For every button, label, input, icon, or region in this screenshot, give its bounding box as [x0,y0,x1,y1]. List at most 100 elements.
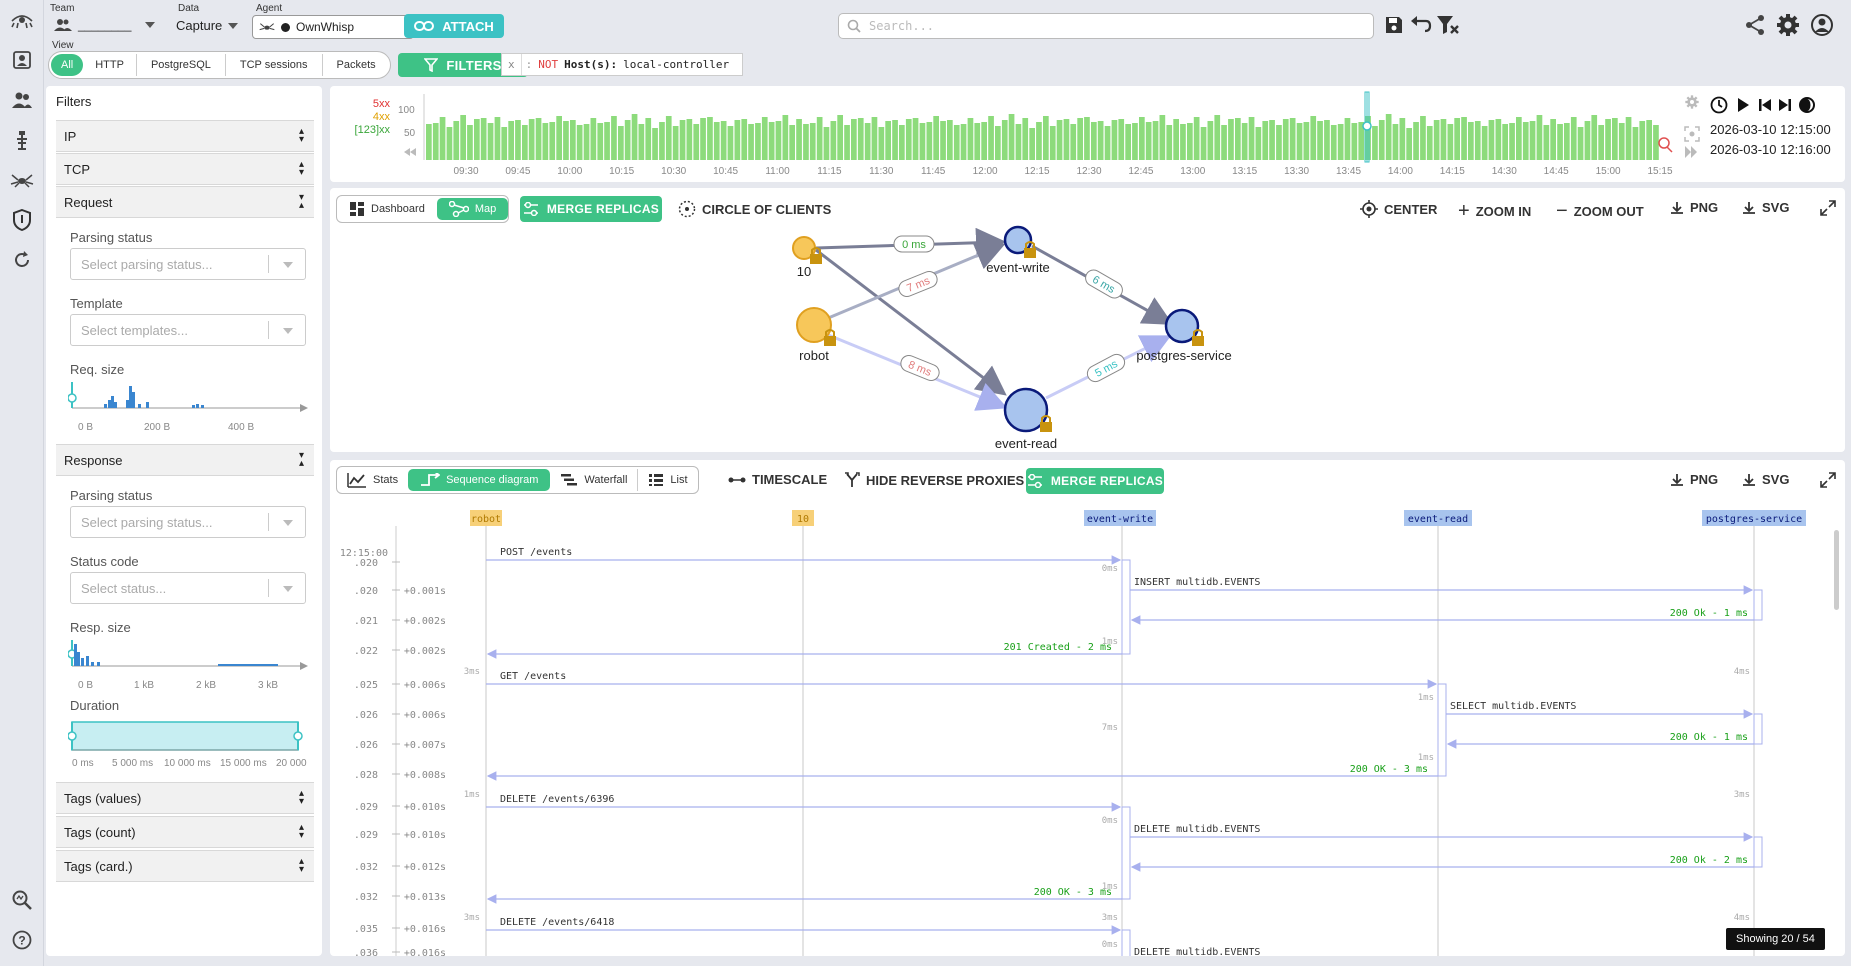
seq-svg-button[interactable]: SVG [1742,472,1789,487]
timeline-panel: 5xx 4xx [123]xx 100 50 09:30 09:45 10:00 10… [330,86,1845,182]
link-icon [414,21,435,31]
row-delta: +0.002s [404,646,446,657]
timeline-bar [1282,119,1289,160]
seq-merge-replicas-button[interactable]: MERGE REPLICAS [1026,468,1164,494]
attach-button[interactable]: ATTACH [404,14,504,38]
section-response-label: Response [64,452,123,468]
share-icon[interactable] [1744,14,1766,39]
tab-packets[interactable]: Packets [323,54,390,76]
seq-merge-replicas-label: MERGE REPLICAS [1050,474,1164,488]
resp-size-histogram[interactable] [68,636,314,676]
template-label: Template [70,296,123,311]
tab-postgresql[interactable]: PostgreSQL [137,54,226,76]
clear-filter-icon[interactable] [1436,14,1460,39]
seq-png-button[interactable]: PNG [1670,472,1718,487]
row-delta: +0.012s [404,862,446,873]
svg-text:robot: robot [471,514,501,525]
template-select[interactable]: Select templates... [70,314,306,346]
users-icon[interactable] [8,86,36,114]
skip-end-icon[interactable] [1778,98,1792,115]
req-parsing-status-select[interactable]: Select parsing status... [70,248,306,280]
row-delta: +0.007s [404,740,446,751]
sequence-diagram[interactable]: robot 10 event-write event-read postgres… [330,504,1845,956]
play-icon[interactable] [1736,97,1750,116]
timeline-bar [1440,119,1447,160]
section-tags-count[interactable]: Tags (count) ▴ ▾ [56,816,314,848]
timescale-button[interactable]: TIMESCALE [728,472,827,487]
expand-sequence-icon[interactable] [1820,472,1836,491]
dark-mode-icon[interactable] [1798,96,1816,117]
hide-reverse-proxies-button[interactable]: HIDE REVERSE PROXIES [844,472,1024,488]
sequence-view-tabs: Stats Sequence diagram Waterfall List [336,466,699,494]
timeline-bar [830,121,837,160]
tab-all[interactable]: All [51,54,84,76]
timeline-bar [837,115,843,160]
req-size-histogram[interactable] [68,378,314,418]
section-ip[interactable]: IP ▴ ▾ [56,120,314,152]
fit-screen-icon[interactable] [1684,126,1700,145]
skip-start-icon[interactable] [1758,98,1772,115]
timeline-tick-label: 14:45 [1544,166,1569,177]
agent-select[interactable]: OwnWhisp [252,15,437,39]
sequence-scrollbar[interactable] [1834,530,1839,610]
agent-label: Agent [256,3,283,14]
status-code-select[interactable]: Select status... [70,572,306,604]
row-delta: +0.010s [404,830,446,841]
timeline-bar [576,125,583,160]
data-select[interactable]: Capture [176,18,239,33]
section-response[interactable]: Response ▾ ▴ [56,444,314,476]
save-icon[interactable] [1384,15,1404,38]
timeline-bar [919,123,926,160]
expand-icon: ▴ ▾ [298,159,304,178]
svg-text:1ms: 1ms [1418,693,1434,703]
row-delta: +0.008s [404,770,446,781]
spider-icon[interactable] [8,166,36,194]
row-time: .029 [354,830,378,841]
clock-icon[interactable] [1710,96,1728,117]
msg-post-events: POST /events [500,547,572,558]
resp-parsing-status-select[interactable]: Select parsing status... [70,506,306,538]
end-time[interactable]: 2026-03-10 12:16:00 [1710,142,1831,157]
timeline-histogram[interactable]: 09:30 09:45 10:00 10:15 10:30 10:45 11:00 11:15… [330,86,1845,182]
start-time[interactable]: 2026-03-10 12:15:00 [1710,122,1831,137]
team-select[interactable]: ________ [54,18,162,32]
timeline-bar [816,117,823,160]
tab-waterfall[interactable]: Waterfall [550,469,639,491]
search-placeholder: Search... [869,19,935,33]
tower-icon[interactable] [8,126,36,154]
filter-chip-remove[interactable]: x [502,54,522,75]
timeline-bar [583,124,590,160]
search-zoom-icon[interactable] [8,886,36,914]
section-tags-values[interactable]: Tags (values) ▴ ▾ [56,782,314,814]
duration-slider[interactable] [68,718,314,762]
refresh-icon[interactable] [8,246,36,274]
timeline-tick-label: 11:15 [817,166,842,177]
gear-icon[interactable] [1776,13,1800,40]
chevron-down-icon [283,586,293,592]
section-request[interactable]: Request ▾ ▴ [56,186,314,218]
section-tags-card[interactable]: Tags (card.) ▴ ▾ [56,850,314,882]
undo-icon[interactable] [1410,15,1432,38]
search-input[interactable]: Search... [838,13,1374,39]
tab-tcp-sessions[interactable]: TCP sessions [226,54,323,76]
tab-http[interactable]: HTTP [83,54,137,76]
tab-list[interactable]: List [638,469,697,491]
filter-chip[interactable]: x : NOT Host(s): local-controller [501,53,743,76]
timeline-bar [665,116,672,160]
timeline-bar [974,123,981,160]
edge-label-robot-eventwrite: 7 ms [898,271,938,297]
svg-text:1ms: 1ms [1102,882,1118,892]
profile-card-icon[interactable] [8,46,36,74]
service-map-graph[interactable]: 0 ms 7 ms 8 ms 6 ms 5 ms 10 robot event-… [330,188,1845,452]
timeline-bar [1330,125,1337,160]
shield-icon[interactable] [8,206,36,234]
account-icon[interactable] [1810,13,1834,40]
duration-tick-4: 20 000 [276,758,307,769]
help-icon[interactable]: ? [8,926,36,954]
timeline-bar [522,125,528,160]
timeline-gear-icon[interactable] [1684,94,1700,113]
tab-sequence-diagram[interactable]: Sequence diagram [408,469,551,491]
section-tcp[interactable]: TCP ▴ ▾ [56,153,314,185]
tab-stats[interactable]: Stats [337,469,408,491]
timeline-bar [1406,128,1412,160]
